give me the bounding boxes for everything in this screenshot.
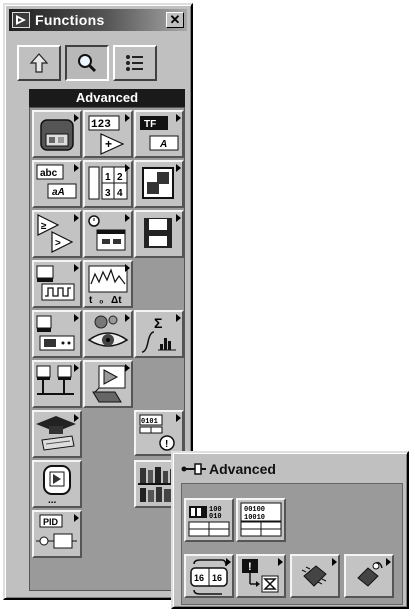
svg-text:00100: 00100 [244, 506, 265, 514]
empty-slot [134, 360, 184, 408]
mathematics-palette-icon[interactable]: Σ [134, 310, 184, 358]
options-button[interactable] [113, 45, 157, 81]
svg-text:...: ... [48, 495, 57, 506]
svg-text:+: + [105, 137, 112, 151]
swap-bytes-icon[interactable]: 16 16 [184, 554, 234, 598]
application-control-palette-icon[interactable] [83, 360, 133, 408]
structures-palette-icon[interactable] [32, 110, 82, 158]
cluster-palette-icon[interactable] [134, 160, 184, 208]
communication-palette-icon[interactable] [32, 360, 82, 408]
search-button[interactable] [65, 45, 109, 81]
instrument-io-palette-icon[interactable] [32, 310, 82, 358]
svg-text:010: 010 [209, 513, 222, 521]
subpalette-grid: 100 010 00100 10010 16 16 ! [181, 483, 403, 605]
pid-control-palette-icon[interactable]: PID [32, 510, 82, 558]
svg-text:aA: aA [52, 187, 65, 198]
svg-text:t: t [89, 295, 93, 306]
data-manipulation-icon[interactable]: 100 010 [184, 498, 234, 542]
close-button[interactable]: ✕ [166, 12, 184, 28]
window-title: Functions [35, 12, 105, 28]
svg-text:!: ! [248, 561, 252, 573]
empty-slot [83, 460, 133, 508]
svg-text:abc: abc [40, 168, 58, 179]
comparison-palette-icon[interactable]: ≥ > [32, 210, 82, 258]
waveform-palette-icon[interactable]: t ₀ Δt [83, 260, 133, 308]
array-palette-icon[interactable]: 1 2 3 4 [83, 160, 133, 208]
time-dialog-palette-icon[interactable] [83, 210, 133, 258]
subpalette-title: Advanced [209, 461, 276, 477]
svg-text:A: A [159, 139, 167, 150]
up-button[interactable] [17, 45, 61, 81]
svg-text:₀: ₀ [99, 295, 104, 306]
svg-text:16: 16 [212, 573, 222, 583]
motion-vision-palette-icon[interactable] [83, 310, 133, 358]
palette-grid: 123 + TF A abc aA 1 2 3 4 ≥ > t ₀ Δt Σ 0… [29, 107, 185, 591]
svg-text:4: 4 [117, 188, 123, 199]
svg-text:PID: PID [43, 517, 59, 527]
advanced-subpalette-window: Advanced 100 010 00100 10010 16 16 ! [171, 451, 409, 609]
string-palette-icon[interactable]: abc aA [32, 160, 82, 208]
svg-text:16: 16 [194, 573, 204, 583]
advanced-palette-icon[interactable]: 0101 ! [134, 410, 184, 456]
labview-app-icon [12, 12, 30, 28]
svg-text:1: 1 [105, 172, 111, 183]
data-acquisition-palette-icon[interactable] [32, 260, 82, 308]
svg-text:Δt: Δt [111, 295, 122, 306]
empty-slot [134, 260, 184, 308]
pin-icon[interactable] [181, 462, 207, 476]
bit-conversion-icon[interactable]: 00100 10010 [236, 498, 286, 542]
functions-palette-window: Functions ✕ Advanced 123 + TF A abc aA 1… [3, 3, 193, 600]
svg-text:TF: TF [144, 119, 156, 130]
title-bar[interactable]: Functions ✕ [9, 9, 187, 31]
code-interface-node-icon[interactable] [344, 554, 394, 598]
svg-text:0101: 0101 [141, 418, 158, 426]
svg-text:2: 2 [117, 172, 123, 183]
svg-text:Σ: Σ [154, 315, 162, 331]
empty-slot [83, 410, 133, 458]
boolean-palette-icon[interactable]: TF A [134, 110, 184, 158]
svg-text:!: ! [165, 439, 168, 450]
subpalette-title-bar[interactable]: Advanced [181, 459, 276, 479]
numeric-palette-icon[interactable]: 123 + [83, 110, 133, 158]
memory-chip-icon[interactable] [290, 554, 340, 598]
magnifier-icon [78, 54, 97, 73]
up-arrow-icon [29, 53, 49, 73]
svg-text:≥: ≥ [41, 221, 47, 232]
occurrence-wait-icon[interactable]: ! [236, 554, 286, 598]
svg-text:10010: 10010 [244, 514, 265, 522]
options-list-icon [126, 55, 143, 71]
select-vi-palette-icon[interactable]: ... [32, 460, 82, 508]
file-io-palette-icon[interactable] [134, 210, 184, 258]
svg-text:123: 123 [91, 119, 111, 131]
palette-section-title: Advanced [29, 89, 185, 107]
svg-text:3: 3 [105, 188, 111, 199]
svg-text:>: > [55, 238, 61, 249]
tutorial-palette-icon[interactable] [32, 410, 82, 458]
palette-toolbar [17, 45, 157, 81]
